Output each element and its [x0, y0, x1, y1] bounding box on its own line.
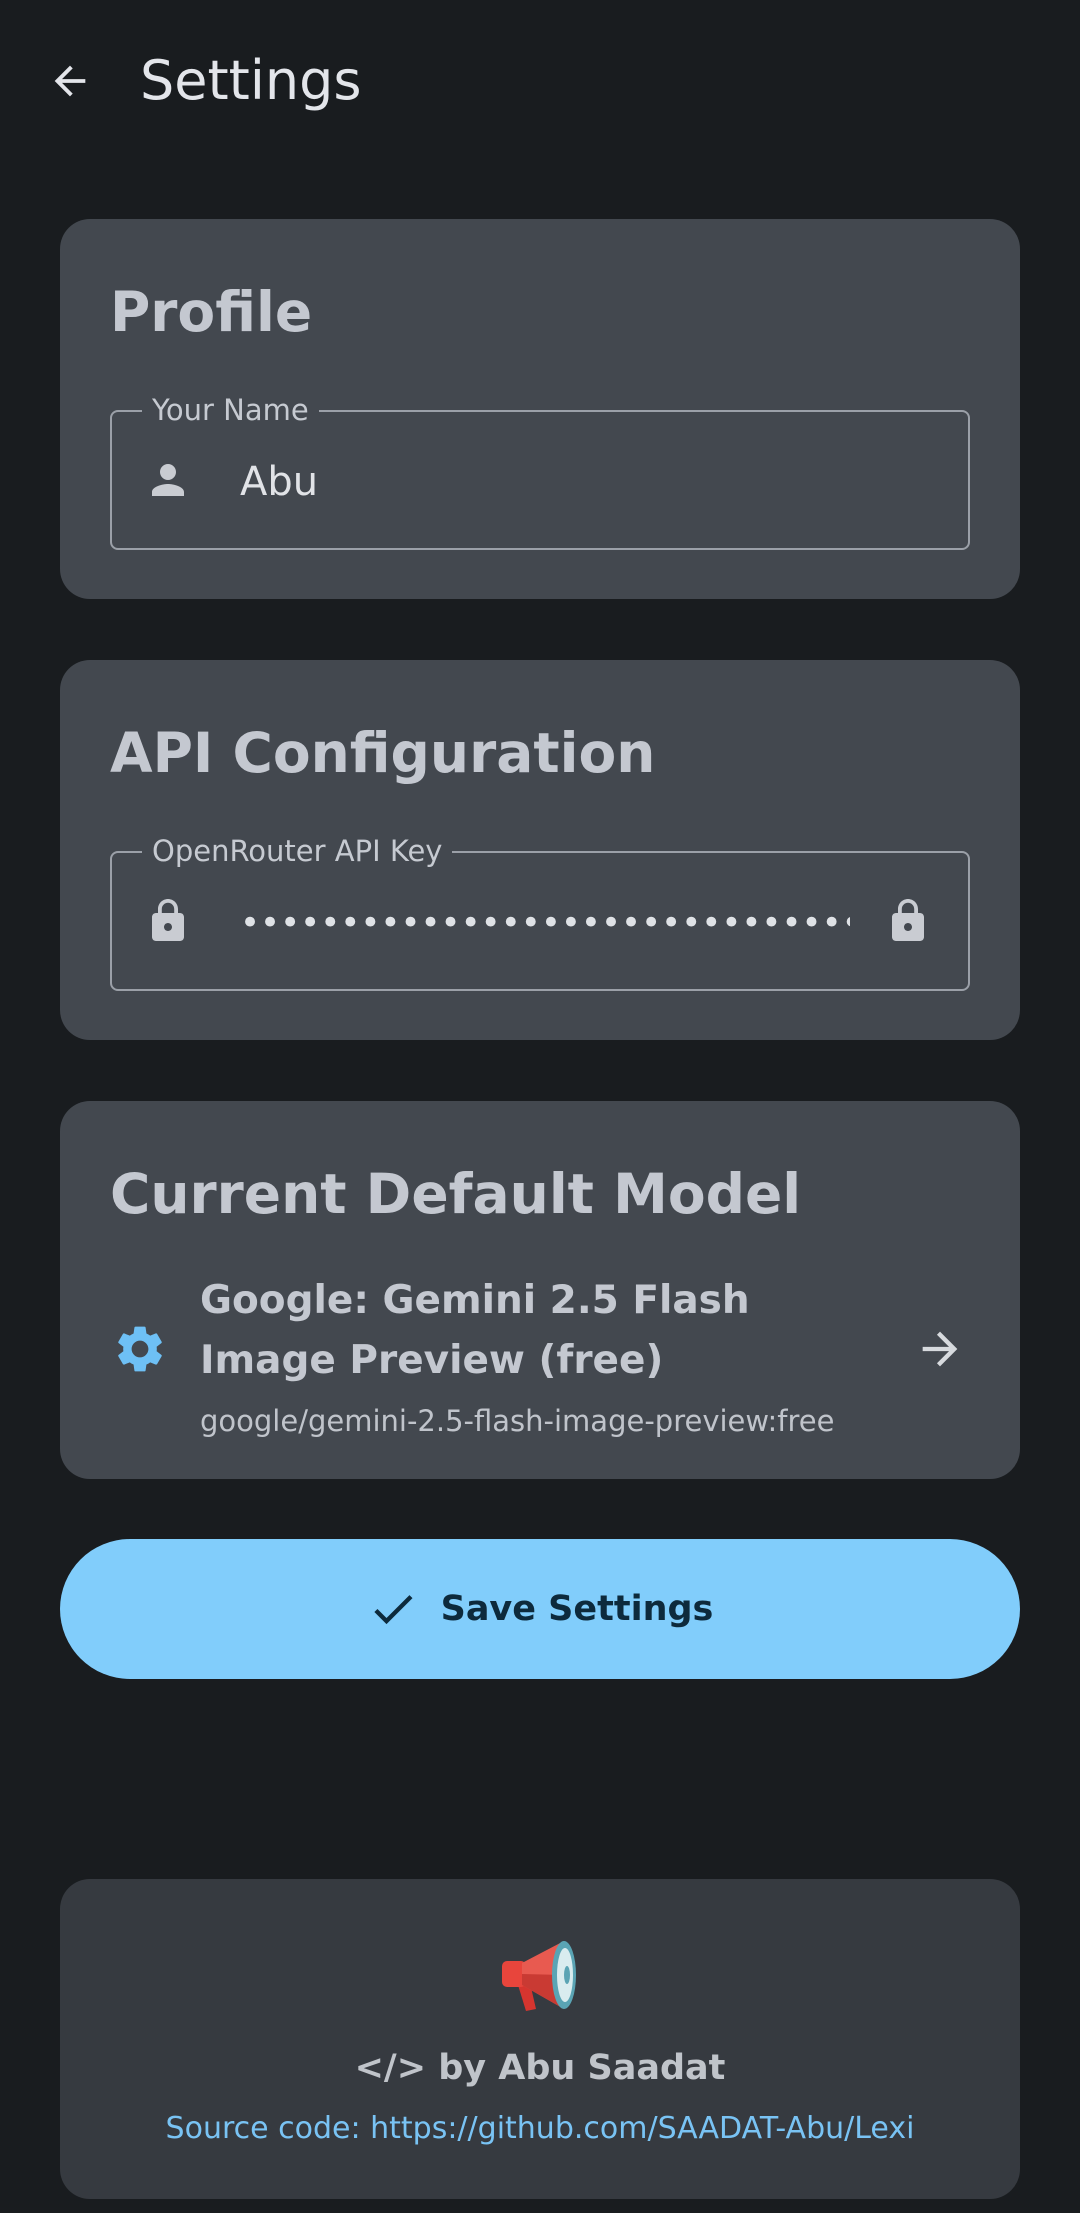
api-key-field[interactable]: OpenRouter API Key •••••••••••••••••••••… [110, 831, 970, 991]
source-code-link[interactable]: Source code: https://github.com/SAADAT-A… [60, 2109, 1020, 2149]
name-field-label: Your Name [142, 390, 319, 430]
api-key-input[interactable]: ••••••••••••••••••••••••••••••••••••••••… [240, 903, 850, 943]
page-title: Settings [140, 49, 362, 112]
save-settings-label: Save Settings [440, 1589, 714, 1629]
megaphone-icon [498, 1933, 584, 2017]
arrow-forward-icon [912, 1321, 968, 1377]
lock-icon [144, 897, 192, 945]
gear-icon [110, 1319, 170, 1379]
person-icon [144, 456, 192, 504]
check-icon [373, 1595, 413, 1625]
name-input[interactable]: Abu [240, 458, 318, 506]
model-selector[interactable]: Google: Gemini 2.5 Flash Image Preview (… [60, 1271, 1020, 1441]
footer-card: </> by Abu Saadat Source code: https://g… [60, 1879, 1020, 2199]
lock-toggle-icon[interactable] [884, 897, 932, 945]
profile-card: Profile Your Name Abu [60, 219, 1020, 599]
footer-byline: </> by Abu Saadat [354, 2048, 726, 2088]
app-bar: Settings [0, 0, 1080, 164]
name-field[interactable]: Your Name Abu [110, 390, 970, 550]
default-model-card: Current Default Model Google: Gemini 2.5… [60, 1101, 1020, 1479]
default-model-title: Current Default Model [110, 1162, 802, 1226]
model-id: google/gemini-2.5-flash-image-preview:fr… [200, 1404, 835, 1438]
api-config-card: API Configuration OpenRouter API Key •••… [60, 660, 1020, 1040]
back-button[interactable] [40, 45, 100, 117]
profile-title: Profile [110, 280, 313, 344]
api-config-title: API Configuration [110, 721, 656, 785]
model-name: Google: Gemini 2.5 Flash Image Preview (… [200, 1278, 750, 1383]
arrow-back-icon [54, 65, 86, 97]
api-key-field-label: OpenRouter API Key [142, 831, 453, 871]
save-settings-button[interactable]: Save Settings [60, 1539, 1020, 1679]
